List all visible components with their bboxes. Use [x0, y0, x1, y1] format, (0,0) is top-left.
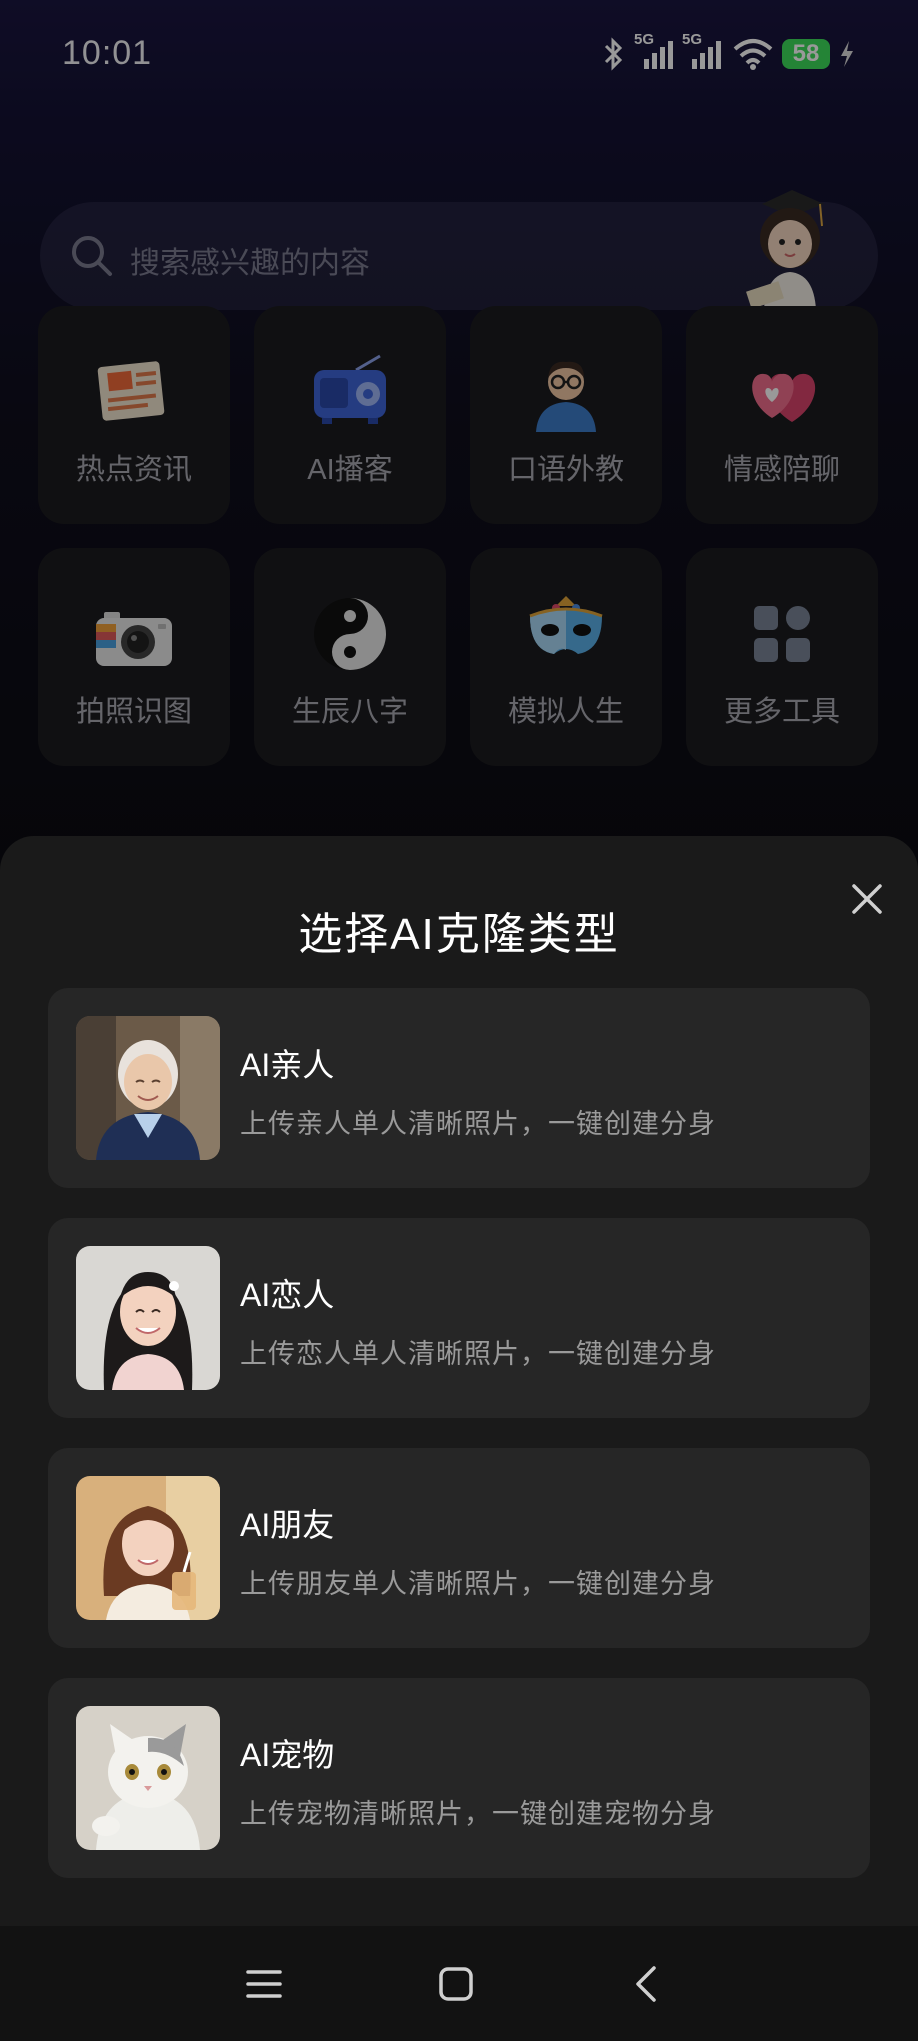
option-name: AI亲人: [240, 1047, 335, 1083]
option-name: AI恋人: [240, 1277, 335, 1313]
option-desc: 上传亲人单人清晰照片，一键创建分身: [240, 1109, 716, 1139]
system-nav-bar: [0, 1926, 918, 2041]
menu-icon[interactable]: [242, 1962, 286, 2006]
close-icon[interactable]: [844, 876, 890, 922]
clone-type-sheet: 选择AI克隆类型 AI亲人 上传亲人单人清晰照片，一键创建分身 AI恋人 上传恋…: [0, 836, 918, 1926]
elderly-woman-photo: [76, 1016, 220, 1160]
option-ai-lover[interactable]: AI恋人 上传恋人单人清晰照片，一键创建分身: [48, 1218, 870, 1418]
back-icon[interactable]: [626, 1962, 670, 2006]
option-desc: 上传宠物清晰照片，一键创建宠物分身: [240, 1799, 716, 1829]
young-woman-photo: [76, 1246, 220, 1390]
option-ai-pet[interactable]: AI宠物 上传宠物清晰照片，一键创建宠物分身: [48, 1678, 870, 1878]
cat-photo: [76, 1706, 220, 1850]
option-name: AI朋友: [240, 1507, 335, 1543]
friend-photo: [76, 1476, 220, 1620]
home-icon[interactable]: [434, 1962, 478, 2006]
option-ai-relative[interactable]: AI亲人 上传亲人单人清晰照片，一键创建分身: [48, 988, 870, 1188]
option-name: AI宠物: [240, 1737, 335, 1773]
option-ai-friend[interactable]: AI朋友 上传朋友单人清晰照片，一键创建分身: [48, 1448, 870, 1648]
sheet-title: 选择AI克隆类型: [298, 910, 620, 959]
option-desc: 上传恋人单人清晰照片，一键创建分身: [240, 1339, 716, 1369]
option-desc: 上传朋友单人清晰照片，一键创建分身: [240, 1569, 716, 1599]
